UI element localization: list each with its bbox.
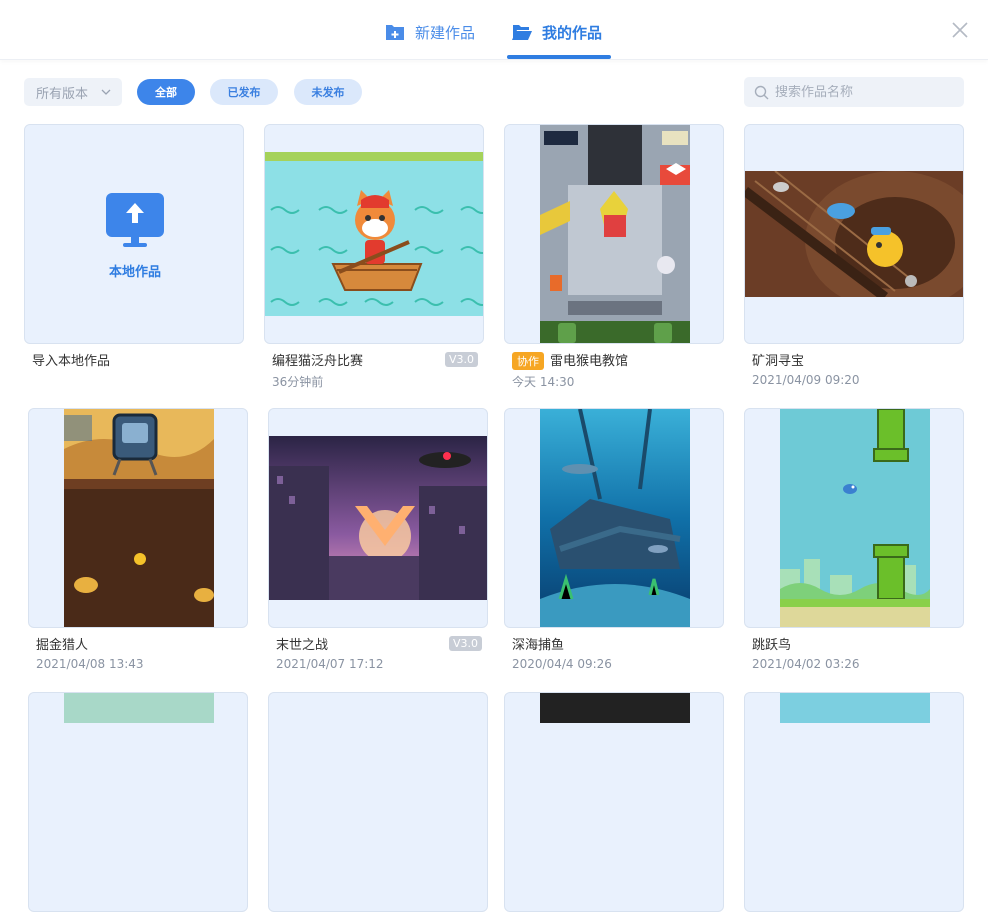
project-title-row: 协作 雷电猴电教馆 (512, 350, 628, 370)
filter-published[interactable]: 已发布 (210, 79, 278, 105)
version-badge: V3.0 (449, 636, 483, 651)
version-badge: V3.0 (445, 352, 479, 367)
project-title: 掘金猎人 (36, 638, 89, 653)
project-title: 深海捕鱼 (512, 638, 565, 653)
tab-new-label: 新建作品 (415, 23, 476, 42)
project-title: 末世之战 (276, 638, 329, 653)
project-card[interactable] (504, 408, 724, 628)
close-icon[interactable] (950, 20, 970, 40)
project-card[interactable] (744, 408, 964, 628)
project-card[interactable] (264, 124, 484, 344)
project-card[interactable] (744, 124, 964, 344)
active-tab-indicator (507, 55, 611, 59)
import-card-label: 本地作品 (108, 265, 161, 280)
project-thumbnail (269, 436, 487, 600)
search-box (744, 77, 964, 107)
project-thumbnail (64, 693, 214, 723)
project-thumbnail (540, 409, 690, 627)
project-card[interactable] (268, 408, 488, 628)
project-title: 矿洞寻宝 (752, 354, 805, 369)
project-thumbnail (540, 125, 690, 343)
folder-plus-icon (386, 25, 404, 40)
project-card[interactable] (28, 408, 248, 628)
project-time: 2021/04/02 03:26 (752, 657, 860, 671)
project-time: 2020/04/4 09:26 (512, 657, 612, 671)
project-thumbnail (64, 409, 214, 627)
search-icon (754, 85, 769, 99)
project-time: 2021/04/09 09:20 (752, 373, 860, 387)
project-title: 雷电猴电教馆 (550, 354, 629, 369)
project-thumbnail (780, 409, 930, 627)
project-thumbnail (540, 693, 690, 723)
project-card[interactable] (268, 692, 488, 912)
tab-new-project[interactable]: 新建作品 (385, 20, 475, 44)
project-thumbnail (265, 152, 483, 316)
project-title: 跳跃鸟 (752, 638, 792, 653)
collab-badge: 协作 (512, 352, 544, 370)
search-input[interactable] (775, 84, 955, 100)
filter-unpublished[interactable]: 未发布 (294, 79, 362, 105)
project-time: 2021/04/08 13:43 (36, 657, 144, 671)
project-time: 36分钟前 (272, 375, 324, 389)
filter-all[interactable]: 全部 (137, 79, 195, 105)
project-card[interactable] (504, 124, 724, 344)
top-header: 新建作品 我的作品 (0, 0, 988, 60)
upload-icon (106, 193, 164, 247)
import-card-caption: 导入本地作品 (32, 354, 111, 369)
project-card[interactable] (744, 692, 964, 912)
tab-my-label: 我的作品 (542, 23, 603, 42)
tab-my-projects[interactable]: 我的作品 (512, 20, 602, 44)
chevron-down-icon (101, 89, 111, 95)
folder-open-icon (512, 25, 532, 40)
version-select[interactable]: 所有版本 (24, 78, 122, 106)
project-thumbnail (780, 693, 930, 723)
project-time: 今天 14:30 (512, 375, 575, 389)
project-card[interactable] (504, 692, 724, 912)
project-title: 编程猫泛舟比赛 (272, 354, 364, 369)
import-local-card[interactable]: 本地作品 (24, 124, 244, 344)
project-card[interactable] (28, 692, 248, 912)
version-select-value: 所有版本 (36, 86, 89, 102)
project-time: 2021/04/07 17:12 (276, 657, 384, 671)
project-thumbnail (745, 171, 963, 297)
